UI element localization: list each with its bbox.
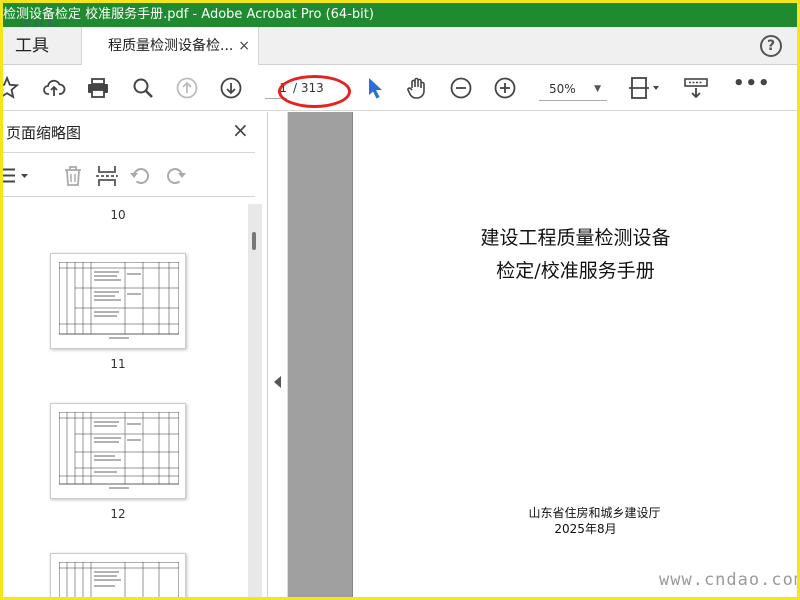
document-gutter — [288, 112, 352, 597]
page-thumbnail-12[interactable] — [50, 403, 186, 499]
window-titlebar: 检测设备检定 校准服务手册.pdf - Adobe Acrobat Pro (6… — [3, 3, 797, 27]
document-title-line2: 检定/校准服务手册 — [496, 260, 655, 282]
hand-icon[interactable] — [405, 76, 429, 100]
help-icon[interactable]: ? — [760, 35, 782, 57]
star-icon[interactable] — [3, 75, 20, 100]
chevron-down-icon: ▼ — [594, 84, 601, 94]
panel-splitter[interactable] — [268, 112, 288, 597]
page-thumbnail-11[interactable] — [50, 253, 186, 349]
panel-close-icon[interactable]: × — [232, 118, 249, 142]
zoom-value: 50% — [549, 82, 576, 96]
options-menu-icon[interactable] — [3, 164, 35, 188]
thumbnail-label: 11 — [110, 357, 126, 371]
tab-tools[interactable]: 工具 — [3, 27, 81, 65]
upload-cloud-icon[interactable] — [42, 76, 66, 100]
trash-icon[interactable] — [61, 164, 85, 188]
thumbnail-label: 10 — [110, 208, 126, 222]
watermark-bottom: www.cndao.com — [659, 570, 800, 590]
tab-bar: 工具 程质量检测设备检... × ? — [3, 27, 797, 65]
scrollbar-thumb[interactable] — [252, 232, 256, 250]
split-page-icon[interactable] — [95, 164, 119, 188]
page-down-icon[interactable] — [219, 76, 243, 100]
thumbnail-label: 12 — [110, 507, 126, 521]
tab-close-icon[interactable]: × — [238, 27, 250, 65]
app-frame: 检测设备检定 校准服务手册.pdf - Adobe Acrobat Pro (6… — [0, 0, 800, 600]
panel-scrollbar[interactable] — [248, 204, 262, 597]
tab-document[interactable]: 程质量检测设备检... × — [81, 27, 259, 65]
document-title-line1: 建设工程质量检测设备 — [480, 227, 671, 249]
document-date: 2025年8月 — [554, 522, 617, 536]
select-cursor-icon[interactable] — [364, 76, 388, 100]
fit-page-icon[interactable] — [629, 76, 663, 100]
annotation-ellipse — [278, 75, 351, 108]
keyboard-icon[interactable] — [684, 76, 708, 100]
zoom-dropdown[interactable]: 50% ▼ — [539, 77, 607, 101]
panel-toolbar — [3, 158, 255, 194]
document-page: 建设工程质量检测设备 检定/校准服务手册 山东省住房和城乡建设厅 2025年8月 — [352, 112, 797, 597]
panel-divider — [3, 196, 255, 197]
collapse-arrow-icon[interactable] — [274, 376, 281, 388]
rotate-left-icon[interactable] — [129, 164, 153, 188]
main-toolbar: 1 / 313 50% ▼ ••• — [3, 65, 797, 111]
zoom-in-icon[interactable] — [493, 76, 517, 100]
page-up-icon[interactable] — [175, 76, 199, 100]
panel-title: 页面缩略图 — [6, 124, 82, 142]
page-thumbnail-13[interactable] — [50, 553, 186, 597]
tab-document-label: 程质量检测设备检... — [108, 38, 234, 54]
panel-divider — [3, 152, 255, 153]
document-organization: 山东省住房和城乡建设厅 — [528, 506, 661, 520]
print-icon[interactable] — [86, 76, 110, 100]
thumbnails-panel: 页面缩略图 × 10 11 12 — [3, 112, 268, 597]
more-icon[interactable]: ••• — [733, 73, 771, 94]
rotate-right-icon[interactable] — [163, 164, 187, 188]
search-icon[interactable] — [131, 76, 155, 100]
zoom-out-icon[interactable] — [449, 76, 473, 100]
